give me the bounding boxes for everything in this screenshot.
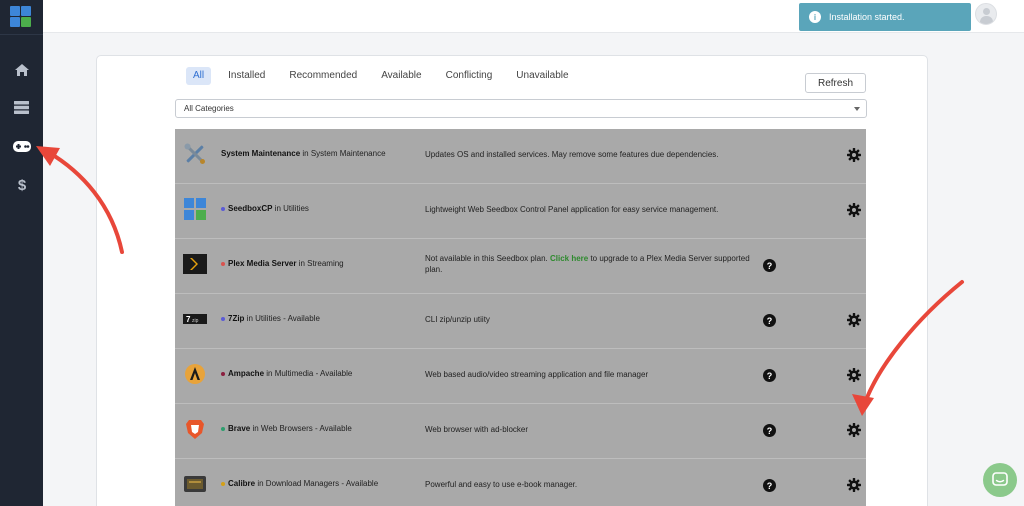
svg-text:$: $ [17,177,26,193]
help-icon[interactable]: ? [763,259,776,272]
seedboxcp-icon [184,198,206,220]
server-icon [14,100,29,114]
svg-text:7: 7 [186,315,191,324]
app-name: Plex Media Server in Streaming [221,259,344,268]
app-name: Brave in Web Browsers - Available [221,424,352,433]
app-description: Powerful and easy to use e-book manager. [425,480,578,489]
app-row-ampache: Ampache in Multimedia - Available Web ba… [175,349,866,404]
tab-unavailable[interactable]: Unavailable [509,67,575,85]
app-name: 7Zip in Utilities - Available [221,314,320,323]
plex-icon [183,254,207,274]
gear-icon[interactable] [847,368,861,382]
tools-icon [184,143,205,164]
gamepad-icon [12,140,31,152]
app-row-calibre: Calibre in Download Managers - Available… [175,459,866,506]
seedboxcp-logo[interactable] [10,6,32,28]
chat-icon [992,472,1008,486]
toast-message: Installation started. [829,12,905,22]
help-icon[interactable]: ? [763,369,776,382]
svg-text:zip: zip [192,318,199,324]
calibre-icon [184,476,206,492]
gear-icon[interactable] [847,203,861,217]
app-description: Web browser with ad-blocker [425,425,529,434]
app-list: System Maintenance in System Maintenance… [175,129,866,506]
app-description: Web based audio/video streaming applicat… [425,370,649,379]
gear-icon[interactable] [847,313,861,327]
tab-all[interactable]: All [186,67,212,85]
sidebar-item-servers[interactable] [0,92,43,122]
app-description: Updates OS and installed services. May r… [425,150,719,159]
refresh-button[interactable]: Refresh [805,73,866,93]
app-name: SeedboxCP in Utilities [221,204,309,213]
gear-icon[interactable] [847,478,861,492]
category-select-value: All Categories [184,104,234,113]
7zip-icon: 7 zip [183,314,207,324]
tab-available[interactable]: Available [374,67,428,85]
help-icon[interactable]: ? [763,479,776,492]
info-icon: i [809,11,821,23]
app-row-7zip: 7 zip 7Zip in Utilities - Available CLI … [175,294,866,349]
help-icon[interactable]: ? [763,314,776,327]
tab-conflicting[interactable]: Conflicting [439,67,500,85]
gear-icon[interactable] [847,423,861,437]
dollar-icon: $ [17,177,26,193]
app-description: Lightweight Web Seedbox Control Panel ap… [425,205,719,214]
tab-recommended[interactable]: Recommended [282,67,364,85]
category-select[interactable]: All Categories [175,99,867,118]
sidebar-divider [0,34,43,35]
app-description: Not available in this Seedbox plan. Clic… [425,254,750,274]
gear-icon[interactable] [847,148,861,162]
app-row-system-maintenance: System Maintenance in System Maintenance… [175,129,866,184]
home-icon [14,64,29,76]
sidebar: $ [0,0,43,506]
filter-tabs: All Installed Recommended Available Conf… [186,67,586,85]
brave-icon [186,420,204,439]
sidebar-item-home[interactable] [0,55,43,85]
app-name: System Maintenance in System Maintenance [221,149,386,158]
chat-widget-button[interactable] [983,463,1017,497]
app-description: CLI zip/unzip utiity [425,315,490,324]
user-avatar[interactable] [975,3,997,25]
app-row-brave: Brave in Web Browsers - Available Web br… [175,404,866,459]
tab-installed[interactable]: Installed [221,67,272,85]
sidebar-item-billing[interactable]: $ [0,170,43,200]
sidebar-item-apps[interactable] [0,131,43,161]
app-name: Calibre in Download Managers - Available [221,479,378,488]
ampache-icon [185,364,205,384]
app-row-seedboxcp: SeedboxCP in Utilities Lightweight Web S… [175,184,866,239]
notification-toast[interactable]: i Installation started. [799,3,971,31]
chevron-down-icon [854,107,860,111]
app-name: Ampache in Multimedia - Available [221,369,352,378]
upgrade-link[interactable]: Click here [550,254,588,263]
app-row-plex-media-server: Plex Media Server in Streaming Not avail… [175,239,866,294]
help-icon[interactable]: ? [763,424,776,437]
